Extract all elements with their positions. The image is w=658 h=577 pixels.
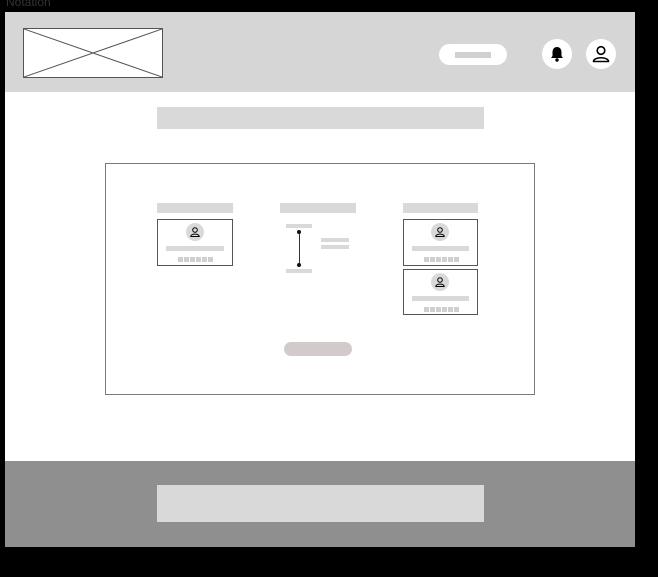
avatar (431, 223, 449, 241)
person-name-placeholder (412, 246, 469, 251)
header-action-button[interactable] (439, 44, 507, 65)
user-icon (592, 45, 610, 63)
wireframe-page (5, 12, 635, 547)
person-card[interactable] (403, 219, 478, 266)
footer (5, 461, 635, 547)
user-icon (435, 277, 445, 287)
user-icon (190, 227, 200, 237)
bell-icon (551, 47, 563, 62)
profile-button[interactable] (586, 39, 616, 69)
timeline-end-label (286, 269, 312, 273)
person-meta-placeholder (424, 257, 459, 262)
timeline-connector (299, 231, 300, 266)
person-name-placeholder (166, 246, 224, 251)
page-title-placeholder (157, 107, 484, 129)
logo-cross-icon (24, 29, 162, 77)
column-1-heading (157, 203, 233, 213)
timeline-start-label (286, 224, 312, 228)
timeline-detail-line (321, 245, 349, 249)
person-meta-placeholder (424, 307, 459, 312)
timeline-end-dot (297, 263, 301, 267)
logo-placeholder[interactable] (23, 28, 163, 78)
person-name-placeholder (412, 296, 469, 301)
column-3-heading (403, 203, 478, 213)
footer-content-placeholder (157, 485, 484, 522)
person-card[interactable] (403, 269, 478, 315)
person-card[interactable] (157, 219, 233, 266)
header-action-button-label (455, 52, 491, 58)
content-card (105, 163, 535, 395)
column-2-heading (280, 203, 356, 213)
timeline-detail-line (321, 238, 349, 242)
person-meta-placeholder (178, 257, 213, 262)
notifications-button[interactable] (542, 39, 572, 69)
avatar (431, 273, 449, 291)
user-icon (435, 227, 445, 237)
primary-action-button[interactable] (284, 342, 352, 356)
notation-label: Notation (6, 0, 51, 9)
timeline-start-dot (297, 230, 301, 234)
avatar (186, 223, 204, 241)
header (5, 12, 635, 92)
